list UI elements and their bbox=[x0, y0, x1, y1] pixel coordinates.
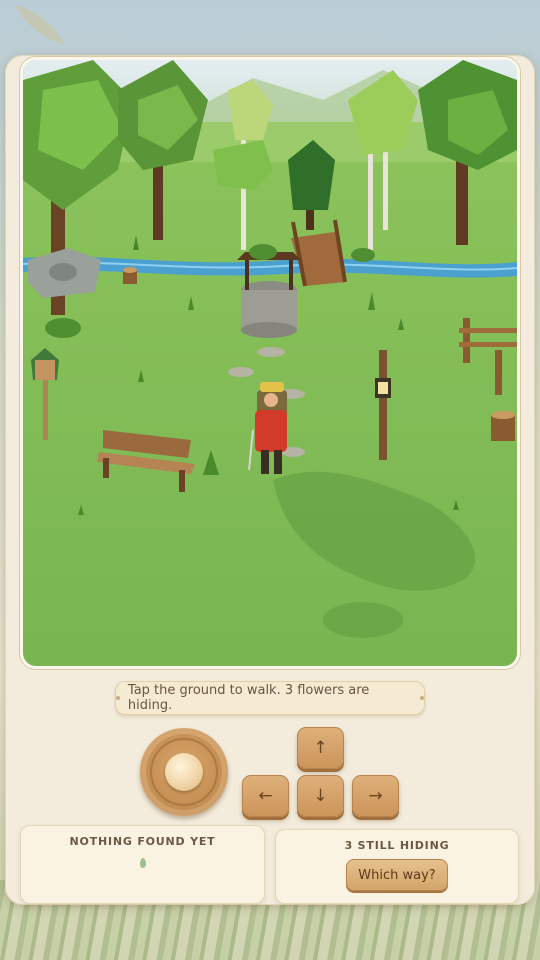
move-up-button[interactable]: ↑ bbox=[297, 727, 344, 769]
hiding-flowers-panel: 3 STILL HIDING Which way? bbox=[275, 829, 519, 904]
joystick-knob[interactable] bbox=[165, 753, 203, 791]
background-leaf-decoration bbox=[10, 0, 70, 50]
arrow-left-icon: ← bbox=[258, 786, 273, 806]
hint-banner: Tap the ground to walk. 3 flowers are hi… bbox=[115, 681, 425, 715]
move-right-button[interactable]: → bbox=[352, 775, 399, 817]
hint-dot-right bbox=[420, 696, 424, 700]
which-way-label: Which way? bbox=[358, 867, 436, 883]
hint-dot-left bbox=[116, 696, 120, 700]
game-viewport[interactable] bbox=[20, 57, 520, 669]
joystick[interactable] bbox=[140, 728, 228, 816]
arrow-down-icon: ↓ bbox=[313, 786, 328, 806]
seed-icon bbox=[139, 858, 146, 868]
found-flowers-panel: NOTHING FOUND YET bbox=[20, 825, 265, 904]
move-down-button[interactable]: ↓ bbox=[297, 775, 344, 817]
arrow-right-icon: → bbox=[368, 786, 383, 806]
hiding-panel-title: 3 STILL HIDING bbox=[344, 839, 450, 852]
hint-text: Tap the ground to walk. 3 flowers are hi… bbox=[127, 683, 370, 713]
move-left-button[interactable]: ← bbox=[242, 775, 289, 817]
arrow-up-icon: ↑ bbox=[313, 738, 328, 758]
found-panel-title: NOTHING FOUND YET bbox=[69, 835, 216, 848]
which-way-button[interactable]: Which way? bbox=[346, 859, 448, 891]
